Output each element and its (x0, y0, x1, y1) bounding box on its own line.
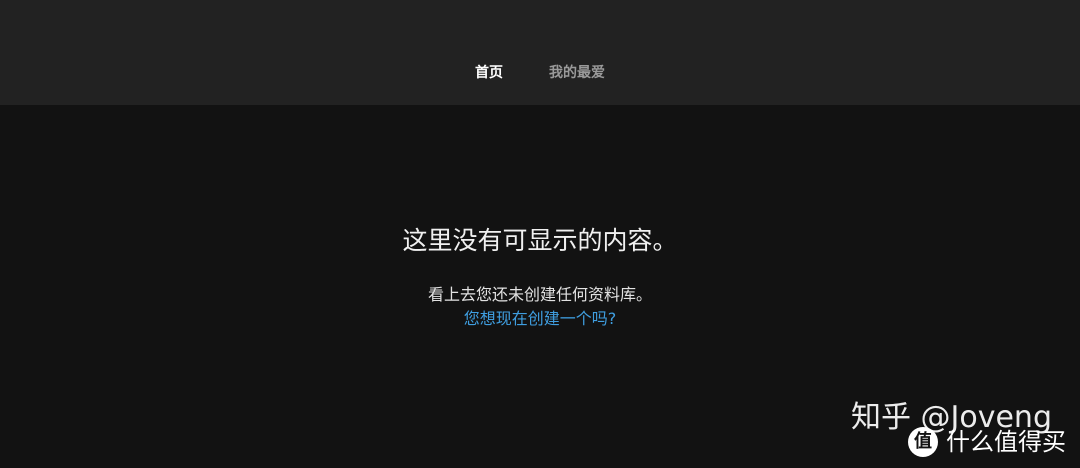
empty-state-subtitle: 看上去您还未创建任何资料库。 (427, 285, 652, 304)
top-navigation-bar: 首页 我的最爱 (0, 0, 1080, 105)
smzdm-watermark: 值 什么值得买 (908, 424, 1066, 460)
tab-favorites[interactable]: 我的最爱 (549, 60, 605, 86)
create-library-link[interactable]: 您想现在创建一个吗? (464, 307, 617, 331)
nav-tabs: 首页 我的最爱 (0, 60, 1080, 86)
empty-state: 这里没有可显示的内容。 看上去您还未创建任何资料库。 您想现在创建一个吗? (0, 221, 1080, 331)
app-window: 首页 我的最爱 这里没有可显示的内容。 看上去您还未创建任何资料库。 您想现在创… (0, 0, 1080, 468)
tab-home[interactable]: 首页 (475, 60, 503, 86)
empty-state-title: 这里没有可显示的内容。 (402, 226, 678, 255)
smzdm-logo-icon: 值 (908, 427, 938, 457)
smzdm-watermark-text: 什么值得买 (946, 428, 1066, 456)
